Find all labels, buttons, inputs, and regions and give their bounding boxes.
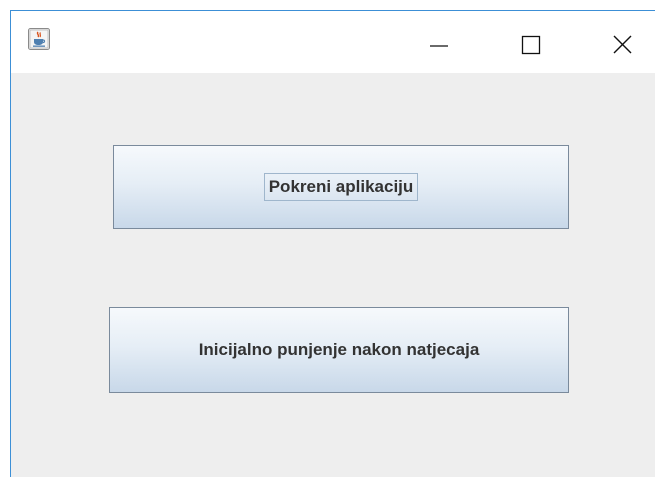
close-icon	[613, 35, 632, 54]
maximize-button[interactable]	[508, 19, 554, 65]
minimize-icon	[430, 45, 448, 47]
app-window: Pokreni aplikaciju Inicijalno punjenje n…	[10, 10, 655, 477]
java-coffee-cup-icon[interactable]	[28, 28, 50, 50]
minimize-button[interactable]	[413, 19, 459, 65]
initial-fill-button[interactable]: Inicijalno punjenje nakon natjecaja	[109, 307, 569, 393]
start-application-button[interactable]: Pokreni aplikaciju	[113, 145, 569, 229]
start-application-label: Pokreni aplikaciju	[263, 173, 419, 201]
close-button[interactable]	[599, 19, 645, 65]
title-bar[interactable]	[11, 11, 655, 73]
maximize-icon	[521, 35, 541, 55]
initial-fill-label: Inicijalno punjenje nakon natjecaja	[198, 340, 480, 359]
